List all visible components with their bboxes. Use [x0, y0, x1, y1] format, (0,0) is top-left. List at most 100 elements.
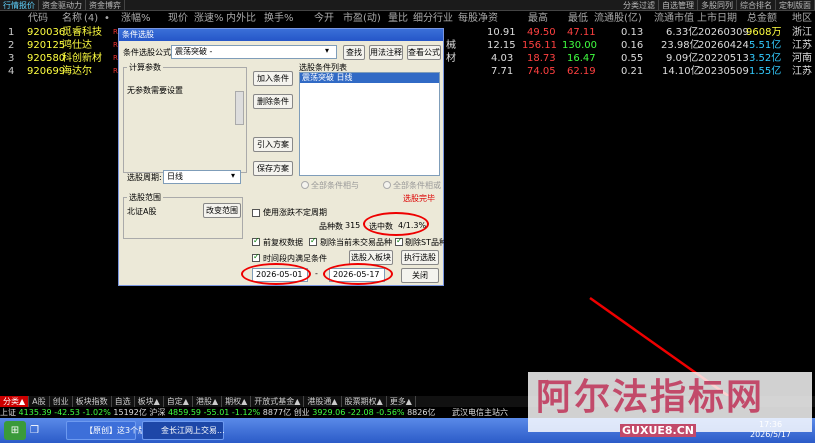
- row-low: 47.11: [567, 27, 596, 38]
- col-name[interactable]: 名称: [62, 12, 82, 25]
- col-price[interactable]: 现价: [168, 12, 188, 25]
- col-in-out-ratio[interactable]: 内外比: [226, 12, 256, 25]
- top-menu-bar: 行情报价 资金驱动力 资金博弈 分类过滤 自选管理 多股同列 综合排名 定制版面: [0, 0, 815, 11]
- quick-launch-icon[interactable]: ❐: [30, 422, 60, 439]
- row-name: 科创新材: [62, 53, 102, 64]
- usage-notes-button[interactable]: 用法注释: [369, 45, 403, 60]
- row-mcap: 23.98亿: [661, 40, 700, 51]
- col-industry[interactable]: 细分行业: [413, 12, 453, 25]
- chevron-down-icon[interactable]: ▾: [325, 46, 329, 55]
- watchlist-menu[interactable]: 自选管理: [659, 0, 698, 10]
- col-turnover[interactable]: 换手%: [264, 12, 294, 25]
- row-code: 920580: [27, 53, 66, 64]
- row-net-asset: 7.71: [491, 66, 514, 77]
- sheet-tab-funds[interactable]: 开放式基金▲: [251, 396, 305, 407]
- row-region: 浙江: [792, 27, 812, 38]
- condition-item[interactable]: 震荡突破 日线: [300, 73, 439, 83]
- sheet-tab-category[interactable]: 分类▲: [0, 396, 30, 407]
- clock-date: 2026/5/17: [750, 430, 792, 439]
- tab-fund-game[interactable]: 资金博弈: [86, 0, 125, 10]
- tab-fund-power[interactable]: 资金驱动力: [39, 0, 86, 10]
- sheet-tab-hk[interactable]: 港股▲: [193, 396, 223, 407]
- add-condition-button[interactable]: 加入条件: [253, 71, 293, 86]
- taskbar-item-browser[interactable]: 【原创】这3个版...: [66, 421, 154, 440]
- col-open[interactable]: 今开: [314, 12, 334, 25]
- row-float: 0.13: [621, 27, 644, 38]
- grid-header: 代码 名称 (4) • 涨幅% 现价 涨速% 内外比 换手% 今开 市盈(动) …: [0, 12, 815, 25]
- all-or-label: 全部条件相或: [393, 181, 441, 190]
- row-region: 河南: [792, 53, 812, 64]
- import-plan-button[interactable]: 引入方案: [253, 137, 293, 152]
- sheet-tab-board-index[interactable]: 板块指数: [73, 396, 112, 407]
- sheet-tab-watchlist[interactable]: 自选: [112, 396, 135, 407]
- taskbar-item-trading[interactable]: 金长江网上交易...: [142, 421, 225, 440]
- prefq-label: 前复权数据: [263, 238, 303, 247]
- diff-period-label: 使用涨跌不定周期: [263, 208, 327, 217]
- diff-period-checkbox[interactable]: [252, 209, 260, 217]
- watermark-url: GUXUE8.CN: [620, 424, 696, 437]
- save-plan-button[interactable]: 保存方案: [253, 161, 293, 176]
- sheet-tab-stock-options[interactable]: 股票期权▲: [342, 396, 387, 407]
- radio-all-or[interactable]: [383, 181, 391, 189]
- find-button[interactable]: 查找: [343, 45, 365, 60]
- dialog-title[interactable]: 条件选股: [119, 29, 443, 41]
- col-low[interactable]: 最低: [568, 12, 588, 25]
- exclude-st-checkbox[interactable]: [395, 236, 403, 246]
- chevron-down-icon[interactable]: ▾: [231, 171, 235, 180]
- formula-select[interactable]: 震荡突破 -: [171, 45, 337, 59]
- time-cond-checkbox[interactable]: [252, 252, 260, 262]
- col-high[interactable]: 最高: [528, 12, 548, 25]
- col-dot: •: [104, 13, 110, 24]
- col-region[interactable]: 地区: [792, 12, 812, 25]
- col-volume-ratio[interactable]: 量比: [388, 12, 408, 25]
- close-button[interactable]: 关闭: [401, 268, 439, 283]
- col-list-date[interactable]: 上市日期: [697, 12, 737, 25]
- radio-all-and[interactable]: [301, 181, 309, 189]
- prefq-checkbox[interactable]: [252, 236, 260, 246]
- exclude-untraded-checkbox[interactable]: [309, 236, 317, 246]
- col-code[interactable]: 代码: [28, 12, 48, 25]
- system-clock[interactable]: 17:36 2026/5/17: [750, 420, 791, 440]
- filter-menu[interactable]: 分类过滤: [620, 0, 659, 10]
- start-icon[interactable]: ⊞: [4, 421, 26, 440]
- sheet-tab-a-share[interactable]: A股: [29, 396, 50, 407]
- col-amount[interactable]: 总金额: [747, 12, 777, 25]
- sh-change: -42.53: [54, 408, 80, 417]
- col-pe[interactable]: 市盈(动): [343, 12, 381, 25]
- custom-layout-menu[interactable]: 定制版面: [776, 0, 815, 10]
- hs-amount: 8877亿: [262, 408, 292, 417]
- sheet-tab-board[interactable]: 板块▲: [135, 396, 164, 407]
- exclude-st-label: 剔除ST品种: [405, 238, 447, 247]
- scrollbar[interactable]: [235, 91, 244, 125]
- sheet-tab-options[interactable]: 期权▲: [222, 396, 252, 407]
- col-float-mcap[interactable]: 流通市值: [654, 12, 694, 25]
- ranking-menu[interactable]: 综合排名: [737, 0, 776, 10]
- delete-condition-button[interactable]: 删除条件: [253, 94, 293, 109]
- col-speed[interactable]: 涨速%: [194, 12, 224, 25]
- tab-quotes[interactable]: 行情报价: [0, 0, 39, 10]
- sheet-tab-chinext[interactable]: 创业: [50, 396, 73, 407]
- run-screen-button[interactable]: 执行选股: [401, 250, 439, 265]
- period-select[interactable]: 日线: [163, 170, 241, 184]
- server-name[interactable]: 武汉电信主站六: [452, 408, 508, 417]
- view-formula-button[interactable]: 查看公式: [407, 45, 441, 60]
- cy-label: 创业: [293, 408, 310, 417]
- sheet-tab-custom[interactable]: 自定▲: [164, 396, 193, 407]
- row-mcap: 9.09亿: [666, 53, 699, 64]
- period-label: 选股周期:: [127, 173, 162, 182]
- calc-params-group: [123, 67, 247, 173]
- calc-params-label: 计算参数: [127, 62, 163, 73]
- col-change-pct[interactable]: 涨幅%: [121, 12, 151, 25]
- col-count: (4): [84, 13, 99, 24]
- row-low: 130.00: [562, 40, 597, 51]
- col-float-shares[interactable]: 流通股(亿): [594, 12, 642, 25]
- condition-list[interactable]: 震荡突破 日线: [299, 72, 440, 176]
- row-date: 20260424: [698, 40, 749, 51]
- multi-stock-menu[interactable]: 多股同列: [698, 0, 737, 10]
- col-net-asset[interactable]: 每股净资: [458, 12, 498, 25]
- sheet-tab-more[interactable]: 更多▲: [387, 396, 416, 407]
- change-range-button[interactable]: 改变范围: [203, 203, 241, 218]
- row-amount: 9608万: [746, 27, 782, 38]
- sheet-tab-hk-connect[interactable]: 港股通▲: [304, 396, 342, 407]
- count-label: 品种数: [319, 222, 343, 231]
